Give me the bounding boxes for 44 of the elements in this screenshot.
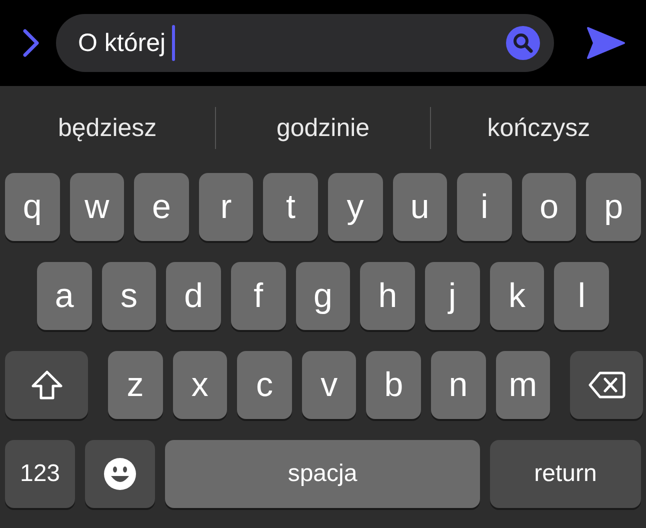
letter-key[interactable]: l — [554, 262, 609, 330]
backspace-key[interactable] — [570, 351, 644, 419]
letter-key[interactable]: j — [425, 262, 480, 330]
search-icon[interactable] — [506, 26, 540, 60]
letter-key[interactable]: x — [172, 351, 228, 419]
suggestion[interactable]: będziesz — [0, 108, 215, 148]
letter-key[interactable]: f — [231, 262, 286, 330]
text-cursor — [172, 25, 175, 61]
space-key[interactable]: spacja — [165, 440, 480, 508]
letter-key[interactable]: s — [102, 262, 156, 330]
field-value: O której — [78, 28, 166, 58]
emoji-icon — [103, 457, 137, 491]
letter-key[interactable]: o — [522, 173, 576, 241]
letter-key[interactable]: d — [166, 262, 221, 330]
numbers-key[interactable]: 123 — [5, 440, 75, 508]
suggestion[interactable]: kończysz — [431, 108, 646, 148]
letter-key[interactable]: m — [496, 351, 550, 419]
return-key[interactable]: return — [490, 440, 641, 508]
letter-key[interactable]: n — [430, 351, 486, 419]
letter-key[interactable]: z — [108, 351, 163, 419]
letter-key[interactable]: r — [198, 173, 254, 241]
send-icon[interactable] — [586, 26, 626, 60]
letter-key[interactable]: c — [237, 351, 292, 419]
letter-key[interactable]: e — [134, 173, 189, 241]
letter-key[interactable]: i — [457, 173, 512, 241]
letter-key[interactable]: p — [586, 173, 641, 241]
suggestion[interactable]: godzinie — [216, 108, 430, 148]
chevron-right-icon[interactable] — [22, 28, 40, 58]
emoji-key[interactable] — [85, 440, 155, 508]
letter-key[interactable]: w — [70, 173, 124, 241]
letter-key[interactable]: q — [5, 173, 60, 241]
letter-key[interactable]: y — [328, 173, 383, 241]
letter-key[interactable]: u — [392, 173, 448, 241]
letter-key[interactable]: t — [263, 173, 318, 241]
search-field[interactable]: O której — [56, 14, 554, 72]
letter-key[interactable]: h — [360, 262, 415, 330]
letter-key[interactable]: b — [366, 351, 421, 419]
shift-key[interactable] — [5, 351, 88, 419]
letter-key[interactable]: g — [296, 262, 350, 330]
letter-key[interactable]: k — [490, 262, 544, 330]
letter-key[interactable]: a — [37, 262, 92, 330]
backspace-icon — [588, 371, 626, 399]
letter-key[interactable]: v — [302, 351, 356, 419]
shift-icon — [30, 370, 62, 400]
